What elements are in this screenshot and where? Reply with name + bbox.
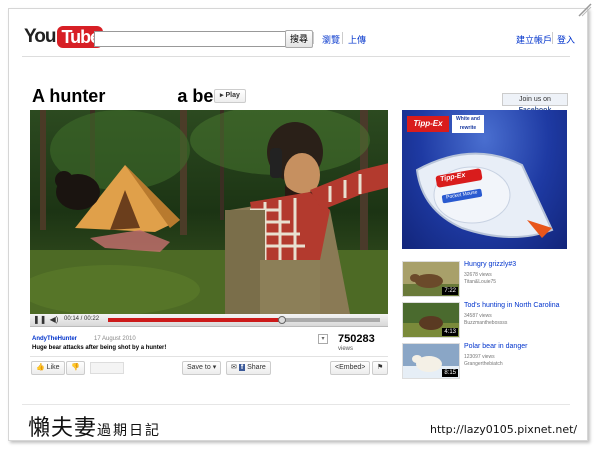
pause-icon[interactable]: ❚❚ <box>33 315 46 325</box>
progress-fill <box>108 318 283 322</box>
rating-blank <box>90 362 124 374</box>
youtube-logo[interactable]: You Tube <box>24 26 104 48</box>
save-to-label: Save to <box>187 364 211 371</box>
title-part-1: A hunter <box>32 86 106 106</box>
play-button[interactable]: ▸ Play <box>214 89 246 103</box>
thumbs-down-icon: 👎 <box>71 364 80 371</box>
nav-separator <box>342 32 343 44</box>
video-player[interactable] <box>30 110 388 314</box>
view-count-label: views <box>338 346 354 352</box>
tippex-ad[interactable]: Tipp-Ex White and rewrite Tipp-Ex Pocket … <box>402 110 567 249</box>
search-button[interactable]: 搜尋 <box>285 30 314 48</box>
related-video-item[interactable]: 8:15 Polar bear in danger 123097 views G… <box>402 343 572 381</box>
video-frame-image <box>30 110 388 314</box>
logo-you-text: You <box>24 26 57 47</box>
related-thumbnail[interactable]: 4:13 <box>402 302 460 338</box>
facebook-icon: f <box>238 364 246 371</box>
flag-icon: ⚑ <box>377 364 384 371</box>
embed-button[interactable]: <Embed> <box>330 361 371 375</box>
video-description: Huge bear attacks after being shot by a … <box>32 345 167 351</box>
related-video-item[interactable]: 7:22 Hungry grizzly#3 32678 views Titan&… <box>402 261 572 299</box>
related-user: Titan&Louie75 <box>464 279 497 285</box>
watermark-main: 懶夫妻 <box>28 416 98 441</box>
progress-bar[interactable] <box>108 316 380 324</box>
login-link[interactable]: 登入 <box>557 33 575 46</box>
related-thumbnail[interactable]: 7:22 <box>402 261 460 297</box>
time-total: 00:22 <box>84 316 100 322</box>
like-button[interactable]: 👍 Like <box>31 361 65 375</box>
uploader-link[interactable]: AndyTheHunter <box>32 336 77 342</box>
footer-divider <box>22 404 570 405</box>
related-views: 32678 views <box>464 272 492 278</box>
watermark-sub: 過期日記 <box>97 423 162 439</box>
nav-browse-link[interactable]: 瀏覽 <box>322 33 340 46</box>
share-button[interactable]: ✉ f Share <box>226 361 271 375</box>
thumbs-up-icon: 👍 <box>36 364 45 371</box>
related-title[interactable]: Tod's hunting in North Carolina <box>464 302 560 309</box>
curl-corner-icon <box>578 3 592 17</box>
time-readout: 00:14 / 00:22 <box>64 316 100 322</box>
facebook-prefix: Join us on <box>519 96 551 103</box>
ad-product-image <box>415 152 554 238</box>
related-user: Buzzmanthebossss <box>464 320 508 326</box>
nav-separator <box>552 32 553 44</box>
save-to-button[interactable]: Save to ▾ <box>182 361 222 375</box>
related-thumbnail[interactable]: 8:15 <box>402 343 460 379</box>
volume-icon[interactable]: ◀) <box>48 315 60 325</box>
video-title: A hunter a bear <box>32 86 230 107</box>
related-video-item[interactable]: 4:13 Tod's hunting in North Carolina 345… <box>402 302 572 340</box>
info-divider <box>30 356 388 357</box>
blog-url: http://lazy0105.pixnet.net/ <box>430 423 578 436</box>
upload-date: 17 August 2010 <box>94 336 136 342</box>
related-duration: 7:22 <box>442 287 458 295</box>
related-views: 123097 views <box>464 354 495 360</box>
time-current: 00:14 <box>64 316 80 322</box>
search-input[interactable] <box>94 31 286 47</box>
view-count: 750283 <box>338 333 375 345</box>
related-duration: 4:13 <box>442 328 458 336</box>
video-controls: ❚❚ ◀) 00:14 / 00:22 <box>30 314 388 327</box>
related-user: Grangerthebiatch <box>464 361 503 367</box>
expand-chevron-icon[interactable]: ▾ <box>318 334 328 344</box>
dislike-button[interactable]: 👎 <box>66 361 85 375</box>
related-duration: 8:15 <box>442 369 458 377</box>
email-icon: ✉ <box>231 364 237 371</box>
create-account-link[interactable]: 建立帳戶 <box>516 33 552 46</box>
like-label: Like <box>46 364 60 371</box>
nav-separator <box>313 32 314 44</box>
dropdown-arrow-icon: ▾ <box>212 364 217 371</box>
related-title[interactable]: Hungry grizzly#3 <box>464 261 516 268</box>
progress-knob[interactable] <box>278 316 287 324</box>
related-views: 34587 views <box>464 313 492 319</box>
related-title[interactable]: Polar bear in danger <box>464 343 527 350</box>
share-label: Share <box>247 364 266 371</box>
title-blank <box>110 89 173 105</box>
blog-watermark: 懶夫妻過期日記 <box>28 410 161 442</box>
flag-button[interactable]: ⚑ <box>372 361 389 375</box>
facebook-join-button[interactable]: Join us on Facebook <box>502 93 568 114</box>
header-divider <box>22 56 570 57</box>
nav-upload-link[interactable]: 上傳 <box>348 33 366 46</box>
